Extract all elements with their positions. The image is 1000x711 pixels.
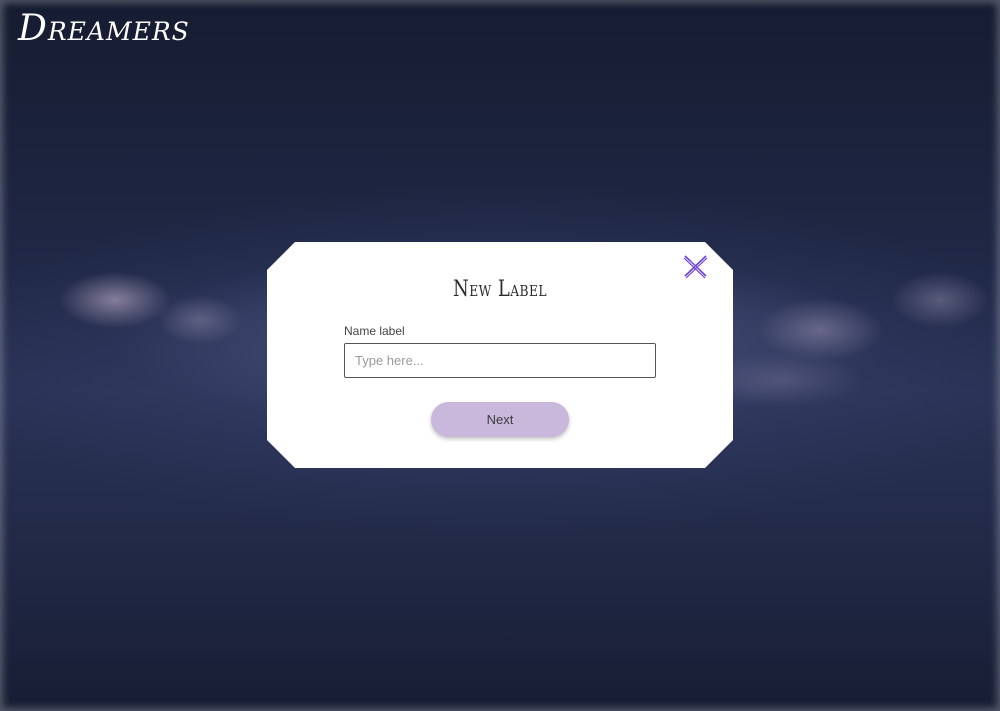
name-label-input[interactable] <box>344 343 656 378</box>
brand-logo[interactable]: Dreamers <box>18 8 190 49</box>
close-icon <box>683 255 708 279</box>
name-label-caption: Name label <box>344 324 405 338</box>
dialog-title: New Label <box>453 277 547 302</box>
close-button[interactable] <box>681 252 709 280</box>
next-button[interactable]: Next <box>431 402 569 437</box>
